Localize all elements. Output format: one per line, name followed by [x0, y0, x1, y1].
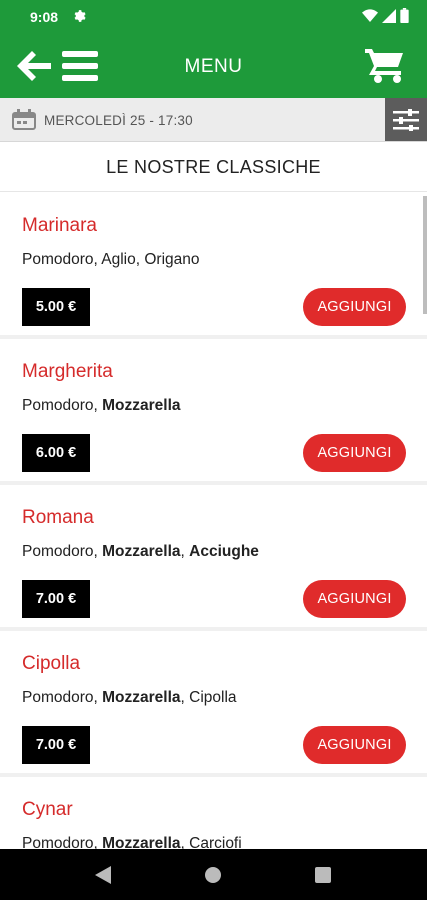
cart-icon — [365, 49, 403, 83]
ingredient-text: Pomodoro, — [22, 543, 103, 560]
filter-button[interactable] — [385, 98, 427, 141]
price-tag: 6.00 € — [22, 434, 90, 472]
nav-back-button[interactable] — [91, 863, 115, 887]
ingredient-text: Mozzarella — [102, 689, 181, 706]
filter-icon — [393, 108, 419, 131]
item-ingredients: Pomodoro, Mozzarella, Carciofi — [22, 835, 242, 849]
ingredient-text: Mozzarella — [102, 835, 181, 849]
item-ingredients: Pomodoro, Mozzarella, Cipolla — [22, 689, 237, 707]
ingredient-text: Pomodoro, — [22, 689, 103, 706]
item-ingredients: Pomodoro, Aglio, Origano — [22, 251, 200, 269]
add-button[interactable]: AGGIUNGI — [303, 434, 406, 472]
signal-icon — [382, 8, 396, 23]
ingredient-text: Acciughe — [189, 543, 259, 560]
nav-recents-icon — [315, 867, 331, 883]
menu-item[interactable]: Marinara Pomodoro, Aglio, Origano 5.00 € AG… — [0, 193, 427, 339]
nav-back-icon — [95, 866, 111, 884]
date-bar[interactable]: MERCOLEDÌ 25 - 17:30 — [0, 98, 427, 142]
ingredient-text: , Carciofi — [180, 835, 242, 849]
menu-item[interactable]: Margherita Pomodoro, Mozzarella 6.00 € AGGI… — [0, 339, 427, 485]
item-name: Margherita — [22, 361, 113, 382]
ingredient-text: Mozzarella — [102, 397, 181, 414]
battery-icon — [400, 8, 409, 23]
section-title: LE NOSTRE CLASSICHE — [0, 142, 427, 192]
ingredient-text: Pomodoro, Aglio, Origano — [22, 251, 200, 268]
scrollbar[interactable] — [423, 196, 427, 314]
ingredient-text: Pomodoro, — [22, 397, 103, 414]
status-time: 9:08 — [30, 9, 59, 25]
system-icons — [362, 8, 409, 23]
wifi-icon — [362, 8, 378, 22]
ingredient-text: Pomodoro, — [22, 835, 103, 849]
status-bar: 9:08 — [0, 0, 427, 34]
page-title: MENU — [184, 56, 243, 77]
ingredient-text: , — [180, 543, 190, 560]
system-nav-bar — [0, 849, 427, 900]
item-ingredients: Pomodoro, Mozzarella, Acciughe — [22, 543, 259, 561]
item-name: Marinara — [22, 215, 97, 236]
add-button[interactable]: AGGIUNGI — [303, 580, 406, 618]
nav-home-button[interactable] — [201, 863, 225, 887]
cart-button[interactable] — [364, 48, 404, 84]
nav-recents-button[interactable] — [311, 863, 335, 887]
settings-icon — [72, 9, 86, 26]
item-name: Cipolla — [22, 653, 81, 674]
calendar-icon — [12, 108, 36, 135]
price-tag: 7.00 € — [22, 726, 90, 764]
nav-home-icon — [205, 867, 221, 883]
item-name: Romana — [22, 507, 94, 528]
menu-item[interactable]: Romana Pomodoro, Mozzarella, Acciughe 7.00… — [0, 485, 427, 631]
menu-list[interactable]: Marinara Pomodoro, Aglio, Origano 5.00 € AG… — [0, 193, 427, 849]
ingredient-text: Mozzarella — [102, 543, 181, 560]
ingredient-text: , Cipolla — [180, 689, 237, 706]
menu-item[interactable]: Cipolla Pomodoro, Mozzarella, Cipolla 7.00… — [0, 631, 427, 777]
item-name: Cynar — [22, 799, 73, 820]
price-tag: 5.00 € — [22, 288, 90, 326]
price-tag: 7.00 € — [22, 580, 90, 618]
add-button[interactable]: AGGIUNGI — [303, 288, 406, 326]
delivery-date: MERCOLEDÌ 25 - 17:30 — [44, 113, 193, 128]
app-bar: MENU — [0, 34, 427, 98]
item-ingredients: Pomodoro, Mozzarella — [22, 397, 181, 415]
menu-item[interactable]: Cynar Pomodoro, Mozzarella, Carciofi — [0, 777, 427, 849]
add-button[interactable]: AGGIUNGI — [303, 726, 406, 764]
